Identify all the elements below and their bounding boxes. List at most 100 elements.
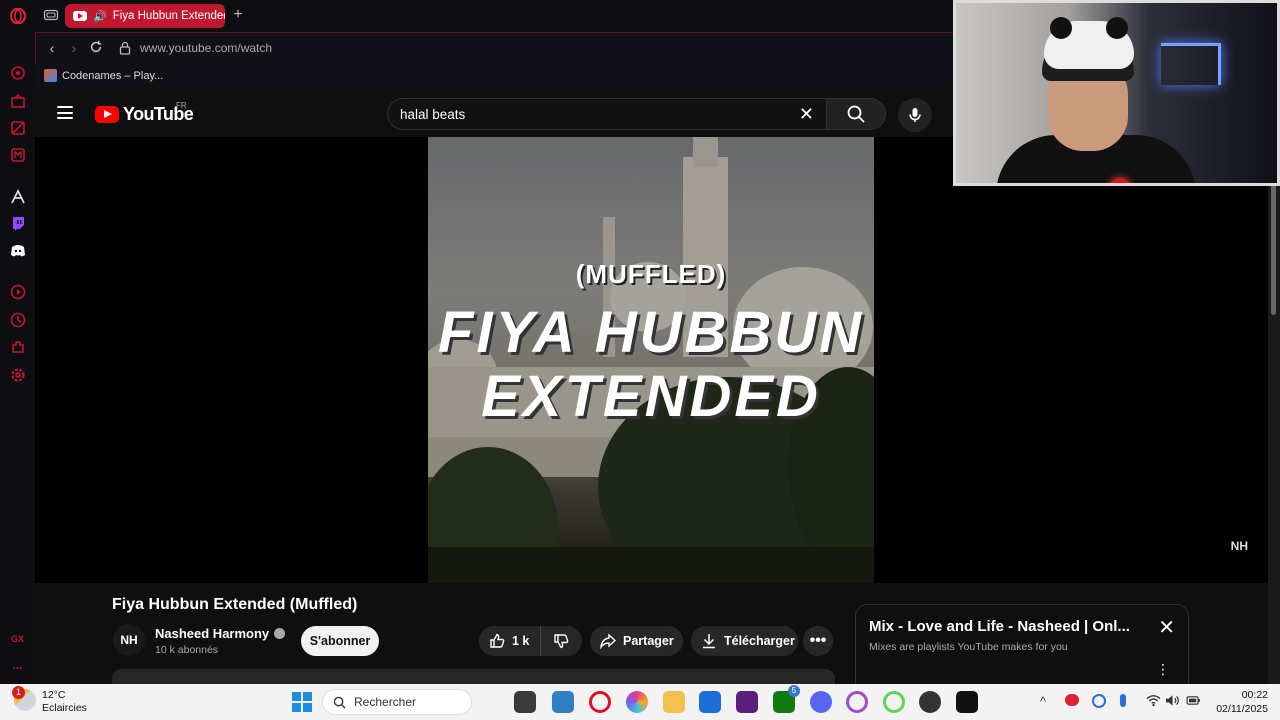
taskbar-search-placeholder: Rechercher xyxy=(354,695,417,709)
region-label: FR xyxy=(176,101,187,110)
panda-ear-left xyxy=(1050,17,1072,39)
discord-icon[interactable] xyxy=(9,242,26,259)
forward-button[interactable]: › xyxy=(66,40,82,56)
search-button[interactable] xyxy=(826,98,886,130)
extensions-icon[interactable] xyxy=(9,338,26,355)
clear-search-icon[interactable]: ✕ xyxy=(799,104,814,125)
opera-gx-icon[interactable] xyxy=(589,691,611,713)
video-title: Fiya Hubbun Extended (Muffled) xyxy=(112,596,358,613)
opera-air-icon[interactable] xyxy=(846,691,868,713)
weather-widget[interactable]: 1 12°C Eclaircies xyxy=(12,686,87,715)
opera-icon[interactable] xyxy=(736,691,758,713)
menu-icon[interactable] xyxy=(57,106,73,119)
like-dislike-group: 1 k xyxy=(479,626,582,656)
speaker-icon[interactable]: 🔊 xyxy=(93,10,107,23)
new-tab-button[interactable]: + xyxy=(229,6,247,24)
windows-taskbar: 1 12°C Eclaircies Rechercher 5 ^ 00:22 0… xyxy=(0,684,1280,720)
cashback-icon[interactable] xyxy=(9,92,26,109)
twitch-icon[interactable] xyxy=(9,214,26,231)
bookmark-codenames[interactable]: Codenames – Play... xyxy=(62,70,163,82)
tray-overflow-icon[interactable]: ^ xyxy=(1040,694,1046,709)
description-box[interactable] xyxy=(112,669,835,684)
windows-start-icon[interactable] xyxy=(292,692,312,712)
clock-time: 00:22 xyxy=(1241,689,1268,701)
opera-logo-icon[interactable] xyxy=(9,7,26,24)
opera-one-icon[interactable] xyxy=(883,691,905,713)
news-icon[interactable] xyxy=(9,119,26,136)
obs-icon[interactable] xyxy=(919,691,941,713)
xbox-icon[interactable]: 5 xyxy=(773,685,800,713)
history-icon[interactable] xyxy=(9,311,26,328)
lock-icon[interactable] xyxy=(119,41,131,55)
task-view-icon[interactable] xyxy=(514,691,536,713)
url-field[interactable]: www.youtube.com/watch xyxy=(140,41,272,55)
weather-temp: 12°C xyxy=(42,689,66,701)
download-button[interactable]: Télécharger xyxy=(691,626,798,656)
more-actions-button[interactable]: ••• xyxy=(803,626,833,656)
widgets-icon[interactable] xyxy=(552,691,574,713)
gx-icon[interactable]: GX xyxy=(9,630,26,647)
weather-icon: 1 xyxy=(12,686,36,711)
system-clock[interactable]: 00:22 02/11/2025 xyxy=(1208,688,1268,716)
thumbnail-title-line2: EXTENDED xyxy=(481,364,821,429)
tab-active[interactable]: 🔊 Fiya Hubbun Extended xyxy=(65,4,225,28)
discord-icon[interactable] xyxy=(810,691,832,713)
reload-button[interactable] xyxy=(88,40,104,56)
download-label: Télécharger xyxy=(724,634,795,648)
channel-avatar[interactable]: NH xyxy=(113,624,145,656)
store-icon[interactable] xyxy=(699,691,721,713)
more-icon[interactable]: ... xyxy=(9,656,26,673)
panda-ear-right xyxy=(1106,17,1128,39)
more-vertical-icon[interactable]: ⋮ xyxy=(1156,661,1170,678)
volume-icon[interactable] xyxy=(1165,694,1180,710)
like-button[interactable]: 1 k xyxy=(479,626,541,656)
notification-badge: 1 xyxy=(12,686,25,699)
mail-icon[interactable] xyxy=(9,146,26,163)
download-icon xyxy=(703,634,715,649)
opera-sidebar: GX ... xyxy=(0,0,35,684)
copilot-icon[interactable] xyxy=(626,691,648,713)
streamlabs-icon[interactable] xyxy=(956,691,978,713)
search-icon xyxy=(333,696,346,709)
codenames-icon xyxy=(44,69,57,82)
wifi-icon[interactable] xyxy=(1146,694,1161,710)
share-button[interactable]: Partager xyxy=(590,626,683,656)
close-icon[interactable]: ✕ xyxy=(1158,615,1175,640)
webcam-overlay xyxy=(953,0,1280,186)
verified-icon xyxy=(274,628,286,639)
tab-strip: 🔊 Fiya Hubbun Extended + xyxy=(35,0,955,32)
share-label: Partager xyxy=(623,634,674,648)
thumbnail-title-line1: FIYA HUBBUN xyxy=(437,300,865,365)
address-bar: ‹ › www.youtube.com/watch xyxy=(35,32,955,63)
tray-app-icon[interactable] xyxy=(1065,694,1079,706)
taskbar-search[interactable]: Rechercher xyxy=(322,689,472,715)
video-frame[interactable]: (MUFFLED) FIYA HUBBUN EXTENDED xyxy=(428,137,874,583)
back-button[interactable]: ‹ xyxy=(44,40,60,56)
battery-icon[interactable] xyxy=(1186,694,1201,709)
mix-title[interactable]: Mix - Love and Life - Nasheed | Onl... xyxy=(869,618,1144,635)
scrollbar-thumb[interactable] xyxy=(1271,185,1276,315)
like-count: 1 k xyxy=(512,634,530,648)
youtube-favicon-icon xyxy=(73,11,87,21)
aria-icon[interactable] xyxy=(9,64,26,81)
arc-icon[interactable] xyxy=(9,188,26,205)
dislike-button[interactable] xyxy=(541,633,581,649)
mix-playlist-panel[interactable]: Mix - Love and Life - Nasheed | Onl... M… xyxy=(855,604,1189,684)
xbox-badge: 5 xyxy=(788,685,800,697)
neon-light xyxy=(1161,43,1221,85)
channel-watermark[interactable]: NH xyxy=(1231,539,1248,553)
voice-search-button[interactable] xyxy=(898,98,932,132)
microphone-icon[interactable] xyxy=(1120,694,1126,707)
file-explorer-icon[interactable] xyxy=(663,691,685,713)
tab-manager-icon[interactable] xyxy=(43,7,59,23)
subscriber-count: 10 k abonnés xyxy=(155,644,219,656)
mix-subtitle: Mixes are playlists YouTube makes for yo… xyxy=(869,641,1068,653)
settings-icon[interactable] xyxy=(9,366,26,383)
sync-icon[interactable] xyxy=(1092,694,1106,708)
player-icon[interactable] xyxy=(9,283,26,300)
video-player[interactable]: (MUFFLED) FIYA HUBBUN EXTENDED NH xyxy=(35,137,1268,583)
channel-name[interactable]: Nasheed Harmony xyxy=(155,626,286,641)
search-input[interactable]: halal beats ✕ xyxy=(387,98,827,130)
subscribe-button[interactable]: S'abonner xyxy=(301,626,379,656)
youtube-play-icon xyxy=(95,106,119,123)
